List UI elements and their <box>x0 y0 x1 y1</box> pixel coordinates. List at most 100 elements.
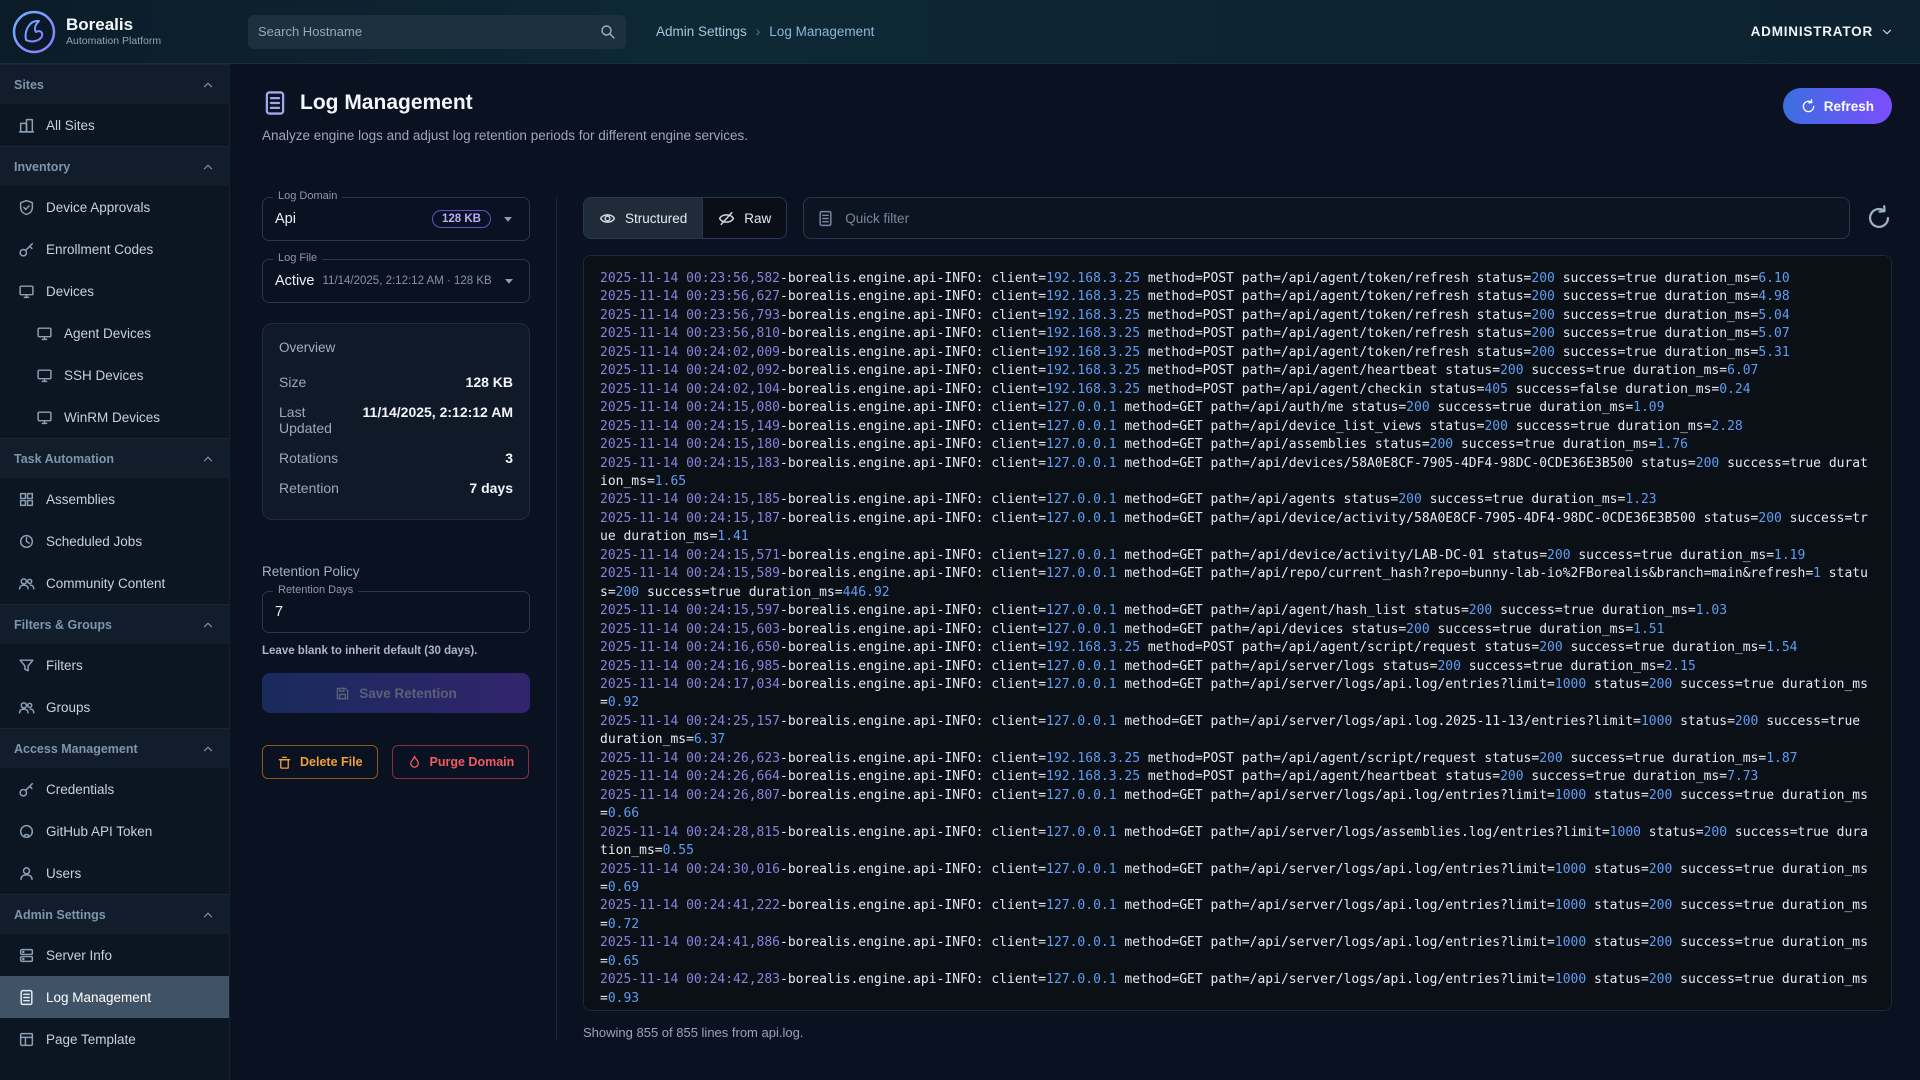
log-line: 2025-11-14 00:23:56,582-borealis.engine.… <box>600 270 1875 288</box>
page-header: Log Management Analyze engine logs and a… <box>230 64 1920 143</box>
sidebar-item-groups[interactable]: Groups <box>0 686 229 728</box>
sidebar-item-github-api-token[interactable]: GitHub API Token <box>0 810 229 852</box>
log-line: 2025-11-14 00:24:28,815-borealis.engine.… <box>600 824 1875 861</box>
section-label: Inventory <box>14 160 70 174</box>
log-line: 2025-11-14 00:24:41,886-borealis.engine.… <box>600 934 1875 971</box>
sidebar-item-devices[interactable]: Devices <box>0 270 229 312</box>
save-retention-button[interactable]: Save Retention <box>262 673 530 713</box>
delete-file-button[interactable]: Delete File <box>262 745 378 779</box>
log-domain-size-badge: 128 KB <box>432 210 491 228</box>
section-label: Filters & Groups <box>14 618 112 632</box>
save-icon <box>335 686 350 701</box>
raw-label: Raw <box>744 211 771 226</box>
refresh-label: Refresh <box>1824 99 1874 114</box>
log-line: 2025-11-14 00:23:56,627-borealis.engine.… <box>600 288 1875 306</box>
save-retention-label: Save Retention <box>359 686 457 701</box>
sidebar-item-label: Scheduled Jobs <box>46 534 142 549</box>
sidebar-section-inventory[interactable]: Inventory <box>0 146 229 186</box>
sidebar-item-label: Device Approvals <box>46 200 150 215</box>
sidebar-item-assemblies[interactable]: Assemblies <box>0 478 229 520</box>
eye-icon <box>599 210 616 227</box>
refresh-button[interactable]: Refresh <box>1783 88 1892 124</box>
app-tagline: Automation Platform <box>66 35 161 47</box>
section-label: Admin Settings <box>14 908 106 922</box>
purge-domain-button[interactable]: Purge Domain <box>392 745 530 779</box>
sidebar-item-all-sites[interactable]: All Sites <box>0 104 229 146</box>
log-count-status: Showing 855 of 855 lines from api.log. <box>583 1025 1892 1040</box>
log-refresh-button[interactable] <box>1866 205 1892 231</box>
log-file-value: Active <box>275 273 315 289</box>
approval-icon <box>18 199 35 216</box>
sidebar-item-credentials[interactable]: Credentials <box>0 768 229 810</box>
sidebar-item-users[interactable]: Users <box>0 852 229 894</box>
breadcrumb-parent[interactable]: Admin Settings <box>656 24 747 39</box>
monitor-icon <box>18 283 35 300</box>
overview-row-last-updated: Last Updated 11/14/2025, 2:12:12 AM <box>279 397 513 443</box>
page-subtitle: Analyze engine logs and adjust log reten… <box>262 128 1890 143</box>
log-line: 2025-11-14 00:24:15,149-borealis.engine.… <box>600 418 1875 436</box>
sidebar-item-label: Credentials <box>46 782 114 797</box>
section-label: Task Automation <box>14 452 114 466</box>
sidebar-item-label: Log Management <box>46 990 151 1005</box>
sidebar-section-task-automation[interactable]: Task Automation <box>0 438 229 478</box>
hostname-search-input[interactable] <box>258 24 600 39</box>
chevron-up-icon <box>201 78 215 92</box>
log-line: 2025-11-14 00:24:26,664-borealis.engine.… <box>600 768 1875 786</box>
sidebar-item-page-template[interactable]: Page Template <box>0 1018 229 1060</box>
grid-icon <box>18 491 35 508</box>
server-icon <box>18 947 35 964</box>
sidebar-section-admin-settings[interactable]: Admin Settings <box>0 894 229 934</box>
log-lines: 2025-11-14 00:23:56,582-borealis.engine.… <box>600 270 1875 1011</box>
view-mode-toggle: Structured Raw <box>583 197 787 239</box>
quick-filter-input[interactable] <box>845 211 1836 226</box>
overview-value: 3 <box>505 450 513 466</box>
sidebar-item-enrollment-codes[interactable]: Enrollment Codes <box>0 228 229 270</box>
key-icon <box>18 781 35 798</box>
log-output[interactable]: 2025-11-14 00:23:56,582-borealis.engine.… <box>583 255 1892 1011</box>
monitor-icon <box>36 409 53 426</box>
sidebar-section-sites[interactable]: Sites <box>0 64 229 104</box>
sidebar-section-access-management[interactable]: Access Management <box>0 728 229 768</box>
sidebar-item-filters[interactable]: Filters <box>0 644 229 686</box>
file-icon <box>817 210 834 227</box>
overview-title: Overview <box>279 340 513 355</box>
sites-icon <box>18 117 35 134</box>
sidebar-item-label: Enrollment Codes <box>46 242 153 257</box>
sidebar: SitesAll Sites Inventory Device Approvals E… <box>0 64 230 1080</box>
retention-days-input[interactable] <box>275 604 517 620</box>
overview-value: 11/14/2025, 2:12:12 AM <box>363 404 513 420</box>
quick-filter-field[interactable] <box>803 197 1850 239</box>
log-line: 2025-11-14 00:24:17,034-borealis.engine.… <box>600 676 1875 713</box>
admin-user-menu[interactable]: ADMINISTRATOR <box>1751 24 1894 39</box>
sidebar-item-log-management[interactable]: Log Management <box>0 976 229 1018</box>
log-file-select[interactable]: Log File Active 11/14/2025, 2:12:12 AM ·… <box>262 259 530 303</box>
borealis-logo <box>12 10 56 54</box>
hostname-search[interactable] <box>248 15 626 49</box>
overview-row-size: Size 128 KB <box>279 367 513 397</box>
flame-icon <box>407 755 422 770</box>
sidebar-section-filters-groups[interactable]: Filters & Groups <box>0 604 229 644</box>
sidebar-item-ssh-devices[interactable]: SSH Devices <box>0 354 229 396</box>
overview-value: 7 days <box>469 480 513 496</box>
sidebar-item-device-approvals[interactable]: Device Approvals <box>0 186 229 228</box>
breadcrumb-current[interactable]: Log Management <box>769 24 874 39</box>
sidebar-item-winrm-devices[interactable]: WinRM Devices <box>0 396 229 438</box>
log-line: 2025-11-14 00:24:30,016-borealis.engine.… <box>600 861 1875 898</box>
sidebar-item-scheduled-jobs[interactable]: Scheduled Jobs <box>0 520 229 562</box>
log-line: 2025-11-14 00:24:41,222-borealis.engine.… <box>600 897 1875 934</box>
overview-label: Rotations <box>279 450 338 466</box>
log-domain-select[interactable]: Log Domain Api 128 KB <box>262 197 530 241</box>
log-icon <box>262 90 288 116</box>
log-line: 2025-11-14 00:24:16,650-borealis.engine.… <box>600 639 1875 657</box>
log-line: 2025-11-14 00:23:56,810-borealis.engine.… <box>600 325 1875 343</box>
structured-view-button[interactable]: Structured <box>584 198 702 238</box>
trash-icon <box>277 755 292 770</box>
raw-view-button[interactable]: Raw <box>702 198 786 238</box>
app-name: Borealis <box>66 16 161 35</box>
sidebar-item-agent-devices[interactable]: Agent Devices <box>0 312 229 354</box>
breadcrumb-separator: › <box>756 24 761 39</box>
sidebar-item-community-content[interactable]: Community Content <box>0 562 229 604</box>
monitor-icon <box>36 367 53 384</box>
log-line: 2025-11-14 00:24:15,180-borealis.engine.… <box>600 436 1875 454</box>
sidebar-item-server-info[interactable]: Server Info <box>0 934 229 976</box>
